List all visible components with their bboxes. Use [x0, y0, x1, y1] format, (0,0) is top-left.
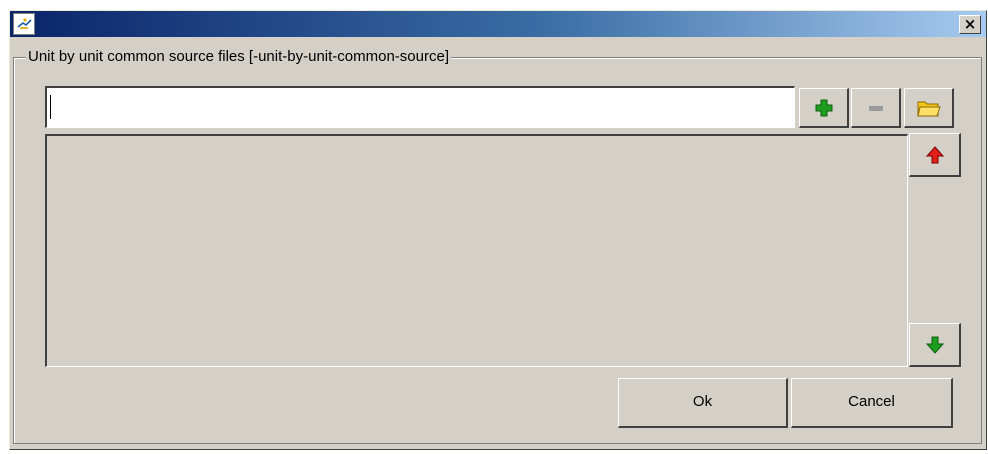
browse-folder-button[interactable]: [904, 88, 954, 128]
app-icon: [13, 13, 35, 35]
arrow-down-icon: [925, 336, 944, 354]
title-bar[interactable]: ×: [10, 11, 986, 37]
ok-button[interactable]: Ok: [618, 378, 788, 428]
close-button[interactable]: ×: [959, 15, 981, 34]
folder-icon: [916, 101, 941, 116]
source-files-list[interactable]: [45, 134, 908, 367]
move-down-button[interactable]: [909, 323, 961, 367]
source-file-input[interactable]: [45, 86, 795, 128]
group-title: Unit by unit common source files [-unit-…: [26, 48, 451, 65]
minus-icon: [868, 105, 883, 111]
text-caret: [50, 95, 51, 119]
plus-icon: [815, 99, 832, 116]
remove-button[interactable]: [851, 88, 901, 128]
cancel-button[interactable]: Cancel: [791, 378, 953, 428]
move-up-button[interactable]: [909, 133, 961, 177]
add-button[interactable]: [799, 88, 849, 128]
arrow-up-icon: [925, 145, 944, 163]
dialog-window: × Unit by unit common source files [-uni…: [9, 10, 987, 450]
